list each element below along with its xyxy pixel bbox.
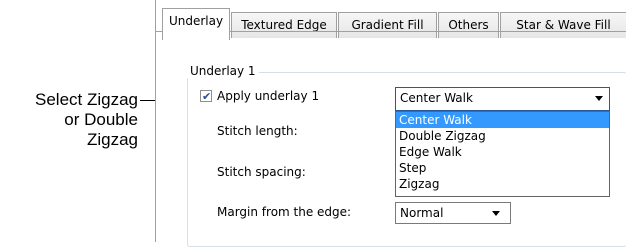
option-double-zigzag[interactable]: Double Zigzag <box>396 128 609 144</box>
checkmark-icon: ✔ <box>202 90 212 103</box>
underlay-type-dropdown: Center Walk Double Zigzag Edge Walk Step… <box>395 111 610 197</box>
callout-line1: Select Zigzag <box>35 90 138 109</box>
tab-gradient-fill[interactable]: Gradient Fill <box>338 12 437 38</box>
stitch-spacing-label: Stitch spacing: <box>217 165 306 179</box>
tab-strip: Underlay Textured Edge Gradient Fill Oth… <box>156 8 626 40</box>
callout-line2: or Double <box>64 110 138 129</box>
tab-underlay[interactable]: Underlay <box>162 8 230 40</box>
properties-dialog: Underlay Textured Edge Gradient Fill Oth… <box>155 0 626 247</box>
option-center-walk[interactable]: Center Walk <box>396 112 609 128</box>
margin-label: Margin from the edge: <box>217 205 352 219</box>
apply-underlay-checkbox[interactable]: ✔ <box>200 90 212 102</box>
margin-combo[interactable]: Normal <box>395 202 511 224</box>
option-step[interactable]: Step <box>396 160 609 176</box>
apply-underlay-label[interactable]: Apply underlay 1 <box>217 89 319 103</box>
tab-star-wave-fill[interactable]: Star & Wave Fill <box>500 12 626 38</box>
underlay-type-value: Center Walk <box>400 91 473 105</box>
stitch-length-label: Stitch length: <box>217 124 298 138</box>
callout-line3: Zigzag <box>86 130 138 149</box>
margin-value: Normal <box>400 206 444 220</box>
chevron-down-icon[interactable] <box>492 211 500 216</box>
chevron-down-icon[interactable] <box>595 96 603 101</box>
tab-others[interactable]: Others <box>438 12 499 38</box>
callout-text: Select Zigzag or Double Zigzag <box>0 90 138 150</box>
option-edge-walk[interactable]: Edge Walk <box>396 144 609 160</box>
tab-textured-edge[interactable]: Textured Edge <box>231 12 337 38</box>
option-zigzag[interactable]: Zigzag <box>396 176 609 192</box>
underlay-type-combo[interactable]: Center Walk <box>395 87 610 111</box>
underlay-1-group-title: Underlay 1 <box>187 64 259 78</box>
